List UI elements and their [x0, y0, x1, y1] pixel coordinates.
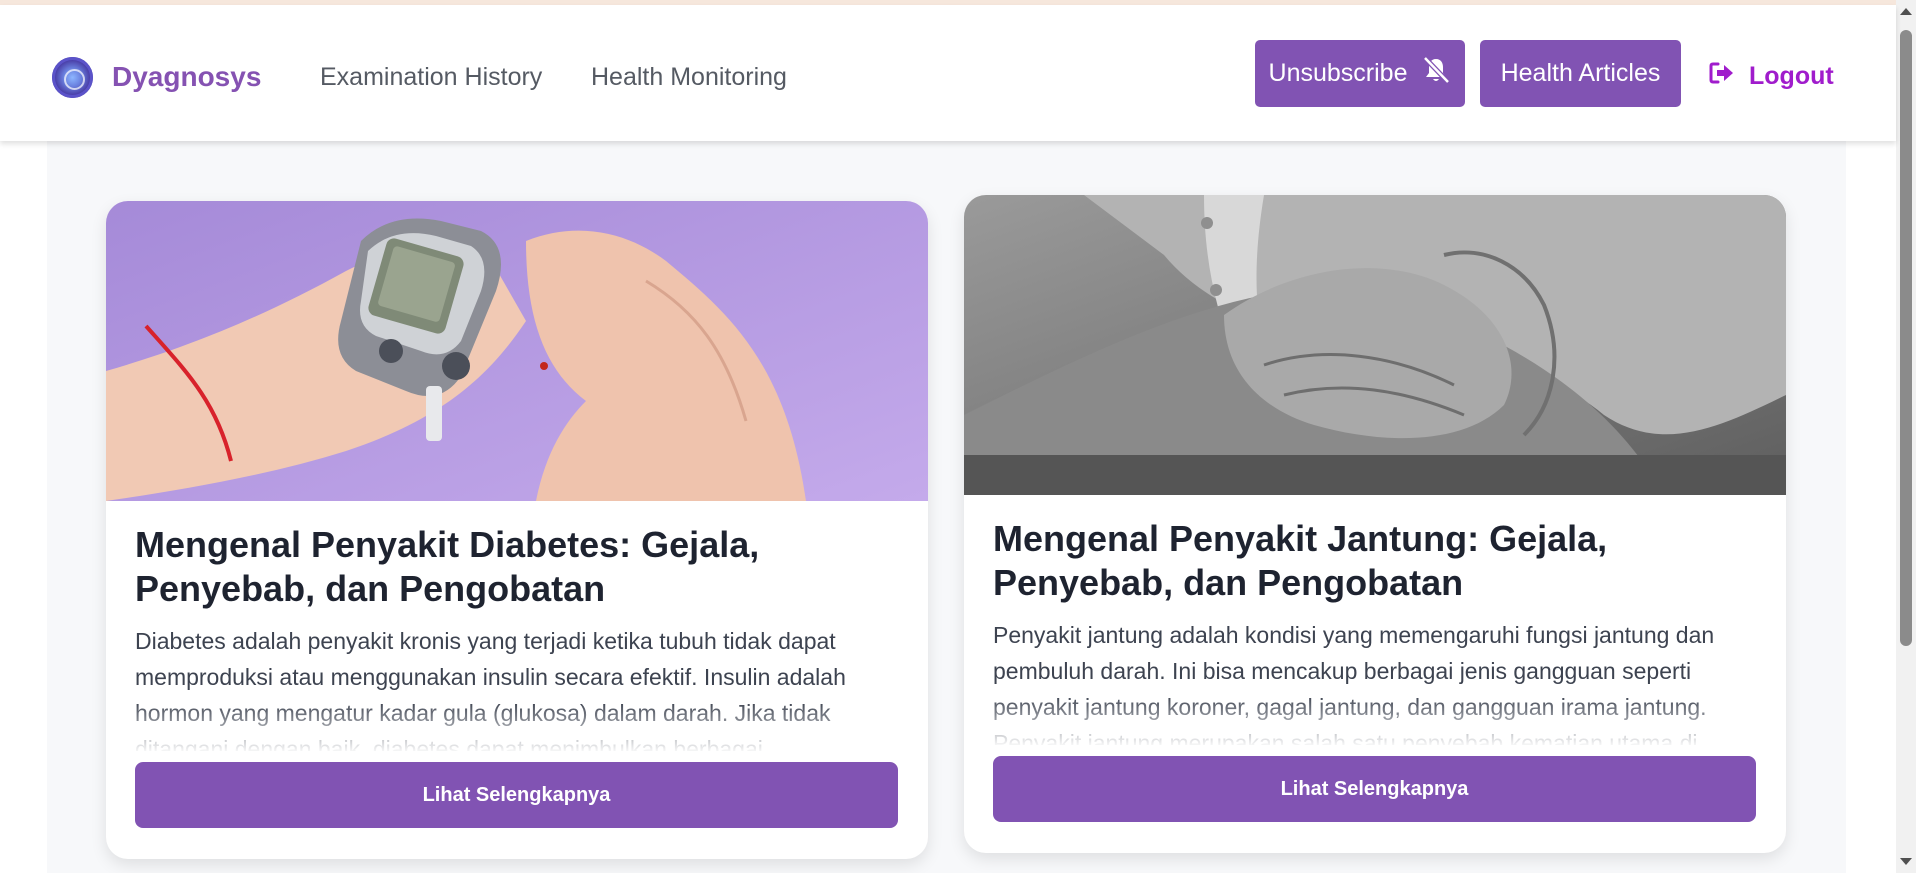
article-card-diabetes: Mengenal Penyakit Diabetes: Gejala, Peny…	[106, 201, 928, 859]
main-content: Mengenal Penyakit Diabetes: Gejala, Peny…	[47, 141, 1846, 873]
unsubscribe-button[interactable]: Unsubscribe	[1255, 40, 1465, 107]
bell-slash-icon	[1421, 56, 1451, 91]
nav-examination-history[interactable]: Examination History	[320, 63, 542, 92]
article-title-diabetes[interactable]: Mengenal Penyakit Diabetes: Gejala, Peny…	[135, 523, 895, 611]
article-image-diabetes	[106, 201, 928, 501]
read-more-button-diabetes[interactable]: Lihat Selengkapnya	[135, 762, 898, 828]
navbar: Dyagnosys Examination History Health Mon…	[0, 5, 1896, 141]
article-title-jantung[interactable]: Mengenal Penyakit Jantung: Gejala, Penye…	[993, 517, 1753, 605]
nav-health-monitoring[interactable]: Health Monitoring	[591, 63, 787, 92]
logo-icon[interactable]	[52, 57, 93, 98]
scrollbar-thumb[interactable]	[1900, 30, 1912, 646]
unsubscribe-label: Unsubscribe	[1268, 59, 1408, 87]
logout-icon	[1709, 61, 1735, 92]
brand-name[interactable]: Dyagnosys	[112, 61, 261, 93]
scroll-down-arrow-icon[interactable]	[1900, 858, 1912, 865]
excerpt-fade	[964, 695, 1786, 745]
vertical-scrollbar[interactable]	[1896, 0, 1916, 873]
read-more-button-jantung[interactable]: Lihat Selengkapnya	[993, 756, 1756, 822]
article-image-jantung	[964, 195, 1786, 495]
health-articles-button[interactable]: Health Articles	[1480, 40, 1681, 107]
excerpt-fade	[106, 701, 928, 751]
health-articles-label: Health Articles	[1500, 59, 1661, 87]
scroll-up-arrow-icon[interactable]	[1900, 8, 1912, 15]
article-card-jantung: Mengenal Penyakit Jantung: Gejala, Penye…	[964, 195, 1786, 853]
logout-label: Logout	[1749, 62, 1834, 90]
logout-button[interactable]: Logout	[1709, 61, 1834, 92]
